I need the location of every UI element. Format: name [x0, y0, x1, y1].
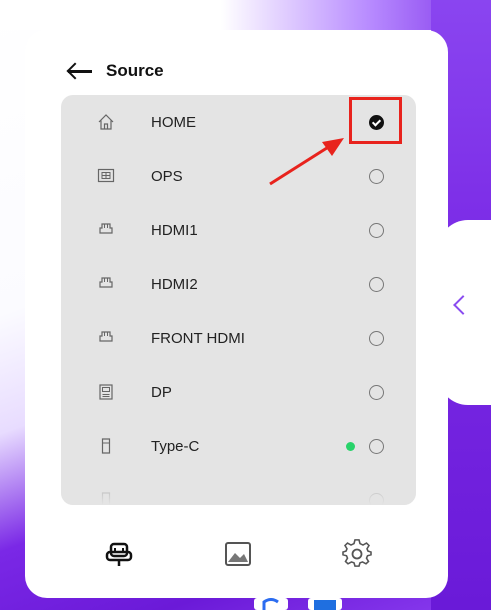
source-label: Type-C	[151, 437, 200, 455]
list-fade	[61, 485, 416, 505]
source-item-hdmi2[interactable]: HDMI2	[61, 257, 416, 311]
source-icon[interactable]	[103, 538, 135, 570]
wallpaper-top	[0, 0, 491, 30]
page-title: Source	[106, 61, 164, 80]
radio-icon[interactable]	[369, 330, 384, 346]
taskbar-peek	[254, 598, 342, 610]
radio-icon[interactable]	[369, 168, 384, 184]
source-label: HDMI2	[151, 275, 198, 293]
usb-c-icon	[101, 438, 111, 454]
source-label: DP	[151, 383, 172, 401]
active-signal-indicator	[346, 441, 355, 451]
annotation-highlight-box	[349, 97, 402, 144]
ops-icon	[97, 168, 115, 183]
back-arrow-icon[interactable]	[66, 61, 96, 81]
gear-icon[interactable]	[341, 538, 373, 570]
source-item-front-hdmi[interactable]: FRONT HDMI	[61, 311, 416, 365]
bottom-nav	[25, 520, 448, 590]
radio-icon[interactable]	[369, 384, 384, 400]
radio-icon[interactable]	[369, 222, 384, 238]
source-item-dp[interactable]: DP	[61, 365, 416, 419]
source-item-type-c[interactable]: Type-C	[61, 419, 416, 473]
source-item-hdmi1[interactable]: HDMI1	[61, 203, 416, 257]
annotation-arrow	[269, 138, 344, 186]
displayport-icon	[99, 384, 113, 400]
chevron-left-icon	[453, 295, 473, 315]
source-label: OPS	[151, 167, 183, 185]
hdmi-port-icon	[99, 277, 113, 288]
image-icon[interactable]	[222, 538, 254, 570]
source-list: HOME OPS HDMI1 HDMI2 FRONT HDMI DP Type-…	[61, 95, 416, 505]
home-icon	[98, 114, 114, 130]
hdmi-port-icon	[99, 331, 113, 342]
source-label: FRONT HDMI	[151, 329, 245, 347]
radio-icon[interactable]	[369, 276, 384, 292]
source-item-ops[interactable]: OPS	[61, 149, 416, 203]
source-label: HOME	[151, 113, 196, 131]
panel-header: Source	[66, 56, 164, 86]
source-label: HDMI1	[151, 221, 198, 239]
radio-icon[interactable]	[369, 438, 384, 454]
hdmi-port-icon	[99, 223, 113, 234]
